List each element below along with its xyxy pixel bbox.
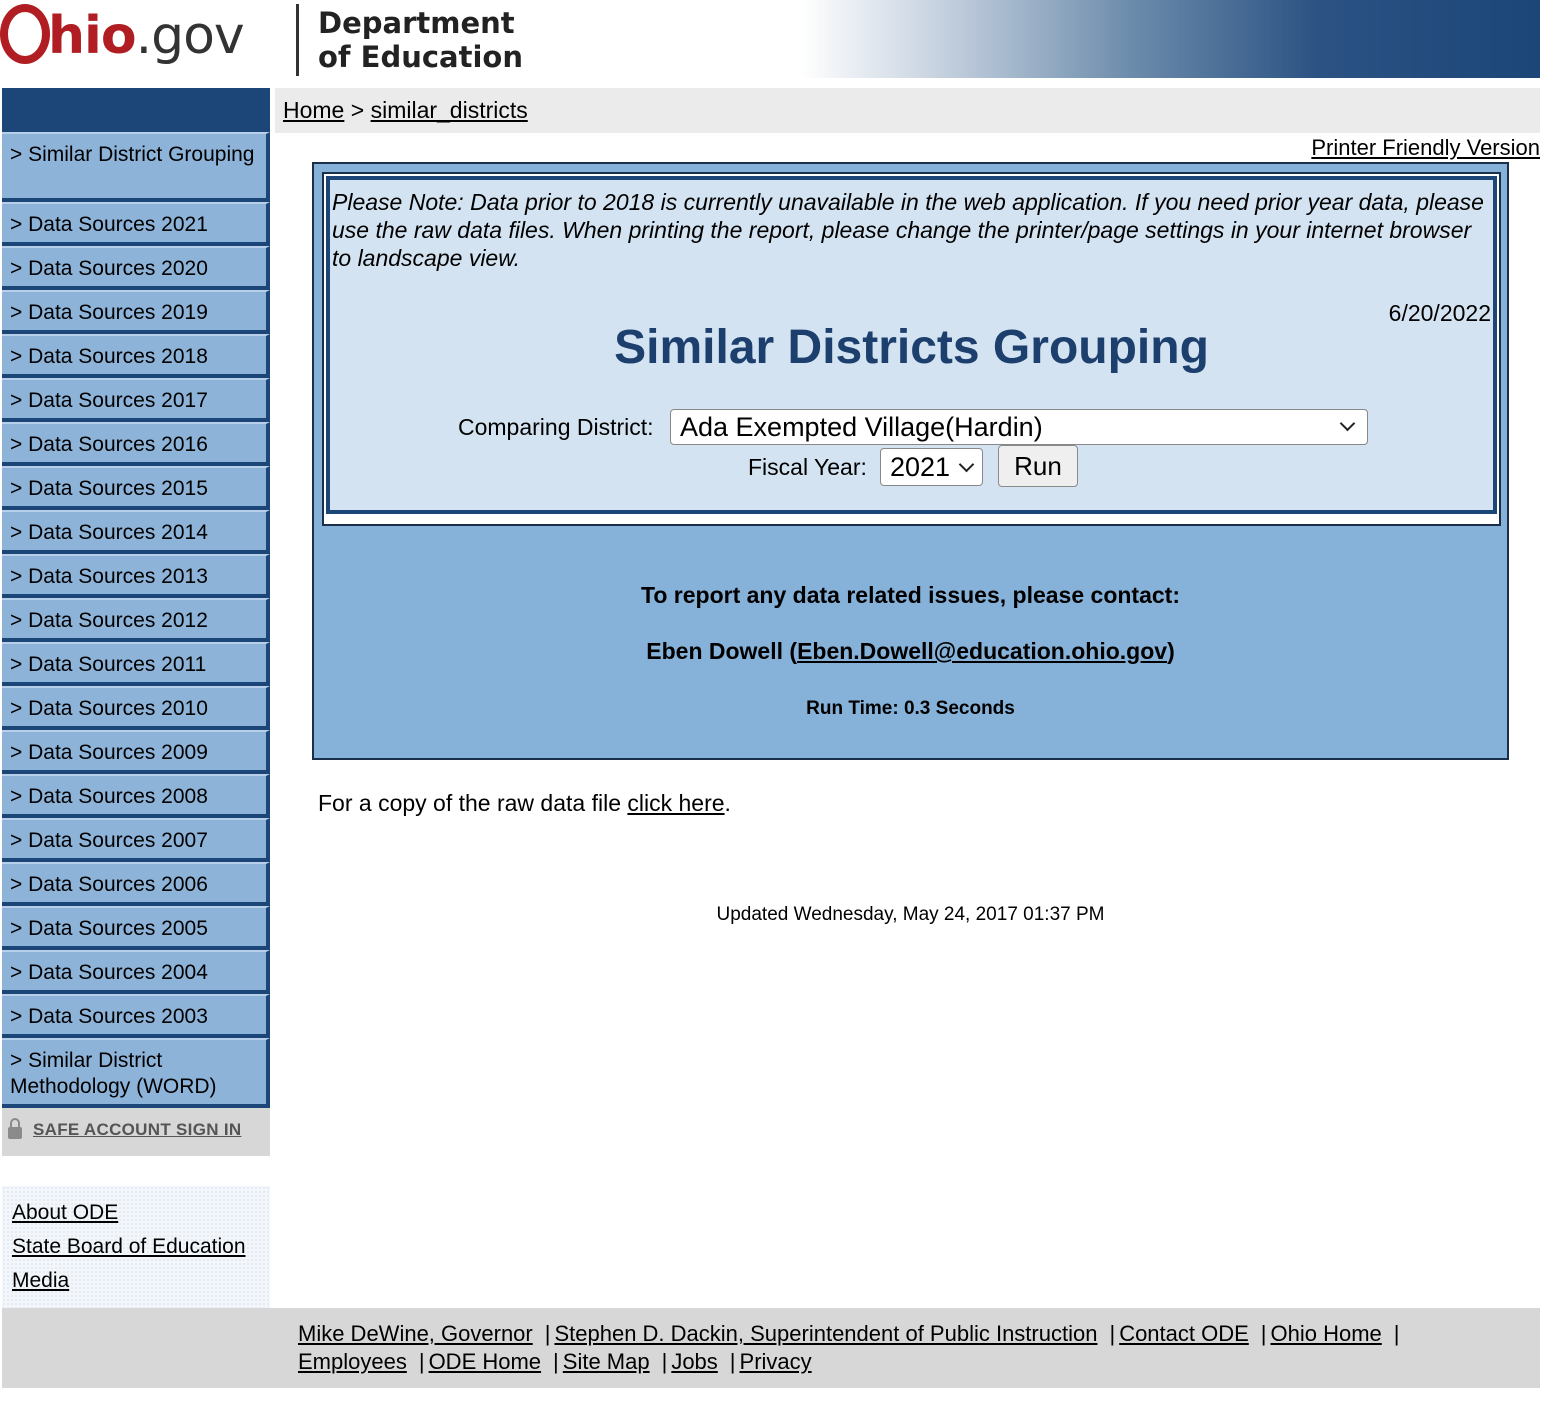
logo-o-mark <box>0 4 50 64</box>
sidebar-item-data-sources-2011[interactable]: > Data Sources 2011 <box>2 642 270 686</box>
district-select[interactable]: Ada Exempted Village(Hardin) <box>670 409 1368 445</box>
footer-link-jobs[interactable]: Jobs <box>671 1349 717 1374</box>
sidebar-top-bar <box>2 88 270 132</box>
fiscal-year-select[interactable]: 2021 <box>880 448 983 486</box>
sidebar-item-data-sources-2013[interactable]: > Data Sources 2013 <box>2 554 270 598</box>
sidebar-item-data-sources-2008[interactable]: > Data Sources 2008 <box>2 774 270 818</box>
site-header: hio.gov Department of Education <box>0 0 1540 78</box>
footer-link-ode-home[interactable]: ODE Home <box>429 1349 541 1374</box>
sidebar-item-data-sources-2014[interactable]: > Data Sources 2014 <box>2 510 270 554</box>
sidebar-item-data-sources-2003[interactable]: > Data Sources 2003 <box>2 994 270 1038</box>
state-board-link[interactable]: State Board of Education <box>12 1230 260 1264</box>
sidebar-item-data-sources-2004[interactable]: > Data Sources 2004 <box>2 950 270 994</box>
sidebar-item-data-sources-2007[interactable]: > Data Sources 2007 <box>2 818 270 862</box>
breadcrumb: Home > similar_districts <box>275 88 1540 133</box>
media-link[interactable]: Media <box>12 1264 260 1298</box>
dept-line-2: of Education <box>318 40 523 74</box>
sidebar-item-data-sources-2009[interactable]: > Data Sources 2009 <box>2 730 270 774</box>
chevron-down-icon <box>958 456 975 473</box>
footer-separator: | <box>544 1321 551 1346</box>
logo-divider <box>296 4 299 76</box>
contact-close-paren: ) <box>1167 638 1175 664</box>
footer-link-superintendent[interactable]: Stephen D. Dackin, Superintendent of Pub… <box>554 1321 1097 1346</box>
sidebar-item-data-sources-2020[interactable]: > Data Sources 2020 <box>2 246 270 290</box>
department-logo[interactable]: Department of Education <box>318 6 523 74</box>
footer-link-governor[interactable]: Mike DeWine, Governor <box>298 1321 533 1346</box>
fiscal-year-value: 2021 <box>890 452 951 482</box>
sidebar-item-data-sources-2021[interactable]: > Data Sources 2021 <box>2 202 270 246</box>
contact-email-link[interactable]: Eben.Dowell@education.ohio.gov <box>797 638 1167 664</box>
contact-heading: To report any data related issues, pleas… <box>641 582 1180 608</box>
raw-data-prefix: For a copy of the raw data file <box>318 790 628 816</box>
fiscal-year-label: Fiscal Year: <box>748 454 867 480</box>
raw-data-suffix: . <box>724 790 731 816</box>
footer-separator: | <box>418 1349 425 1374</box>
raw-data-link[interactable]: click here <box>627 790 724 816</box>
sidebar: > Similar District Grouping > Data Sourc… <box>2 88 270 1310</box>
dept-line-1: Department <box>318 6 515 40</box>
printer-friendly-link[interactable]: Printer Friendly Version <box>1311 133 1540 163</box>
safe-account-panel: SAFE ACCOUNT SIGN IN <box>2 1108 270 1156</box>
run-time: Run Time: 0.3 Seconds <box>806 698 1015 719</box>
report-form-frame: Please Note: Data prior to 2018 is curre… <box>322 172 1501 526</box>
sidebar-item-similar-district-grouping[interactable]: > Similar District Grouping <box>2 132 270 202</box>
footer-separator: | <box>729 1349 736 1374</box>
data-note: Please Note: Data prior to 2018 is curre… <box>332 189 1484 271</box>
logo-hio: hio <box>48 6 137 66</box>
footer-separator: | <box>553 1349 559 1374</box>
district-label: Comparing District: <box>458 414 654 440</box>
report-form-panel: Please Note: Data prior to 2018 is curre… <box>326 176 1497 514</box>
sidebar-item-data-sources-2012[interactable]: > Data Sources 2012 <box>2 598 270 642</box>
footer-link-contact-ode[interactable]: Contact ODE <box>1119 1321 1249 1346</box>
contact-name: Eben Dowell ( <box>646 638 798 664</box>
report-box: Please Note: Data prior to 2018 is curre… <box>312 162 1509 760</box>
footer-separator: | <box>1393 1321 1400 1346</box>
sidebar-item-data-sources-2017[interactable]: > Data Sources 2017 <box>2 378 270 422</box>
footer-link-ohio-home[interactable]: Ohio Home <box>1271 1321 1382 1346</box>
sidebar-item-data-sources-2019[interactable]: > Data Sources 2019 <box>2 290 270 334</box>
footer-link-privacy[interactable]: Privacy <box>740 1349 812 1374</box>
district-select-value: Ada Exempted Village(Hardin) <box>680 412 1043 442</box>
updated-timestamp: Updated Wednesday, May 24, 2017 01:37 PM <box>716 904 1105 925</box>
footer-separator: | <box>1260 1321 1267 1346</box>
breadcrumb-current[interactable]: similar_districts <box>371 97 528 123</box>
sidebar-item-data-sources-2018[interactable]: > Data Sources 2018 <box>2 334 270 378</box>
sidebar-item-data-sources-2010[interactable]: > Data Sources 2010 <box>2 686 270 730</box>
footer-link-site-map[interactable]: Site Map <box>563 1349 650 1374</box>
chevron-down-icon <box>1339 415 1356 432</box>
contact-line: Eben Dowell (Eben.Dowell@education.ohio.… <box>314 638 1507 665</box>
page-title: Similar Districts Grouping <box>614 321 1209 374</box>
footer-link-employees[interactable]: Employees <box>298 1349 407 1374</box>
header-gradient <box>800 0 1540 78</box>
raw-data-line: For a copy of the raw data file click he… <box>318 788 731 818</box>
sidebar-item-data-sources-2005[interactable]: > Data Sources 2005 <box>2 906 270 950</box>
run-button[interactable]: Run <box>998 445 1078 487</box>
logo-text: hio.gov <box>48 6 245 66</box>
sidebar-item-methodology-word[interactable]: > Similar District Methodology (WORD) <box>2 1038 270 1108</box>
site-footer: Mike DeWine, Governor | Stephen D. Dackin,… <box>2 1308 1540 1388</box>
sidebar-links: About ODE State Board of Education Media <box>2 1186 270 1310</box>
logo-gov: .gov <box>135 6 245 66</box>
lock-icon <box>8 1118 22 1139</box>
about-ode-link[interactable]: About ODE <box>12 1196 260 1230</box>
safe-account-sign-in-link[interactable]: SAFE ACCOUNT SIGN IN <box>33 1120 241 1140</box>
breadcrumb-separator: > <box>350 97 365 123</box>
footer-separator: | <box>661 1349 668 1374</box>
breadcrumb-home[interactable]: Home <box>283 97 344 123</box>
sidebar-item-data-sources-2006[interactable]: > Data Sources 2006 <box>2 862 270 906</box>
sidebar-item-data-sources-2016[interactable]: > Data Sources 2016 <box>2 422 270 466</box>
sidebar-item-data-sources-2015[interactable]: > Data Sources 2015 <box>2 466 270 510</box>
footer-separator: | <box>1109 1321 1116 1346</box>
